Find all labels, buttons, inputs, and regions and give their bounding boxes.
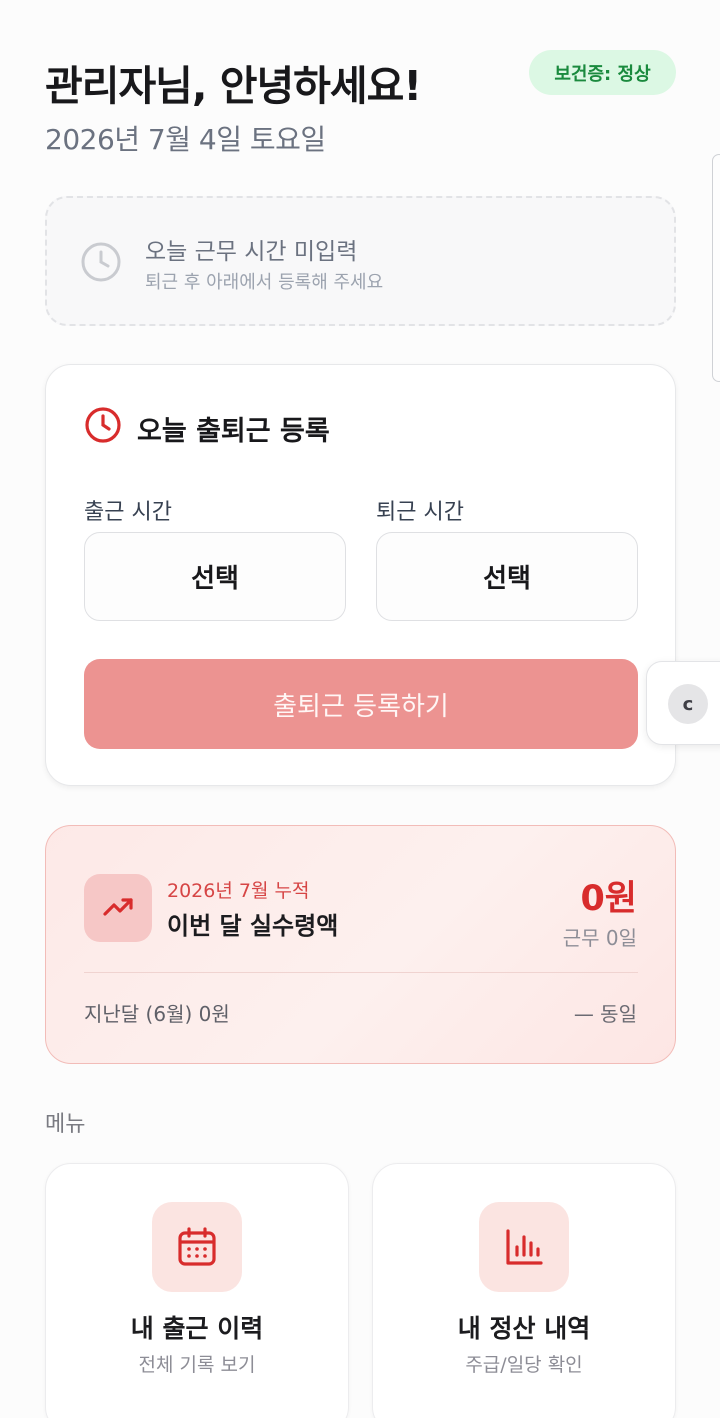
health-certificate-badge: 보건증: 정상 [529, 50, 676, 95]
menu-item-attendance-history[interactable]: 내 출근 이력 전체 기록 보기 [45, 1163, 349, 1418]
previous-month-pay: 지난달 (6월) 0원 [84, 1002, 230, 1026]
bar-chart-icon [479, 1202, 569, 1292]
trending-up-icon [84, 874, 152, 942]
menu-item-label: 내 출근 이력 [130, 1314, 264, 1343]
pay-amount: 0원 [580, 879, 637, 919]
clock-out-label: 퇴근 시간 [376, 500, 464, 525]
monthly-pay-card[interactable]: 2026년 7월 누적 이번 달 실수령액 0원 근무 0일 지난달 (6월) … [45, 825, 676, 1064]
pay-divider [84, 972, 638, 973]
notice-subtitle: 퇴근 후 아래에서 등록해 주세요 [145, 272, 384, 293]
menu-item-settlement-history[interactable]: 내 정산 내역 주급/일당 확인 [372, 1163, 676, 1418]
greeting-title: 관리자님, 안녕하세요! [45, 62, 422, 110]
clock-icon [81, 242, 121, 282]
missing-hours-notice: 오늘 근무 시간 미입력 퇴근 후 아래에서 등록해 주세요 [45, 196, 676, 326]
pay-period: 2026년 7월 누적 [167, 880, 310, 902]
clock-icon [85, 407, 121, 443]
current-date: 2026년 7월 4일 토요일 [45, 123, 326, 156]
pay-comparison: — 동일 [573, 1002, 637, 1026]
notice-title: 오늘 근무 시간 미입력 [145, 239, 358, 265]
attendance-registration-card: 오늘 출퇴근 등록 출근 시간 퇴근 시간 선택 선택 출퇴근 등록하기 [45, 364, 676, 786]
menu-item-subtitle: 전체 기록 보기 [138, 1354, 256, 1376]
clock-in-label: 출근 시간 [84, 500, 172, 525]
menu-section-title: 메뉴 [45, 1112, 86, 1137]
calendar-icon [152, 1202, 242, 1292]
side-drawer-handle[interactable] [712, 154, 720, 382]
floating-side-tab: c [646, 661, 720, 745]
work-days-count: 근무 0일 [562, 926, 637, 950]
clock-out-time-select[interactable]: 선택 [376, 532, 638, 621]
pay-title: 이번 달 실수령액 [167, 912, 339, 940]
menu-item-label: 내 정산 내역 [457, 1314, 591, 1343]
menu-item-subtitle: 주급/일당 확인 [465, 1354, 583, 1376]
registration-title: 오늘 출퇴근 등록 [137, 416, 330, 447]
clock-in-time-select[interactable]: 선택 [84, 532, 346, 621]
floating-c-button[interactable]: c [668, 684, 708, 724]
register-attendance-button[interactable]: 출퇴근 등록하기 [84, 659, 638, 749]
